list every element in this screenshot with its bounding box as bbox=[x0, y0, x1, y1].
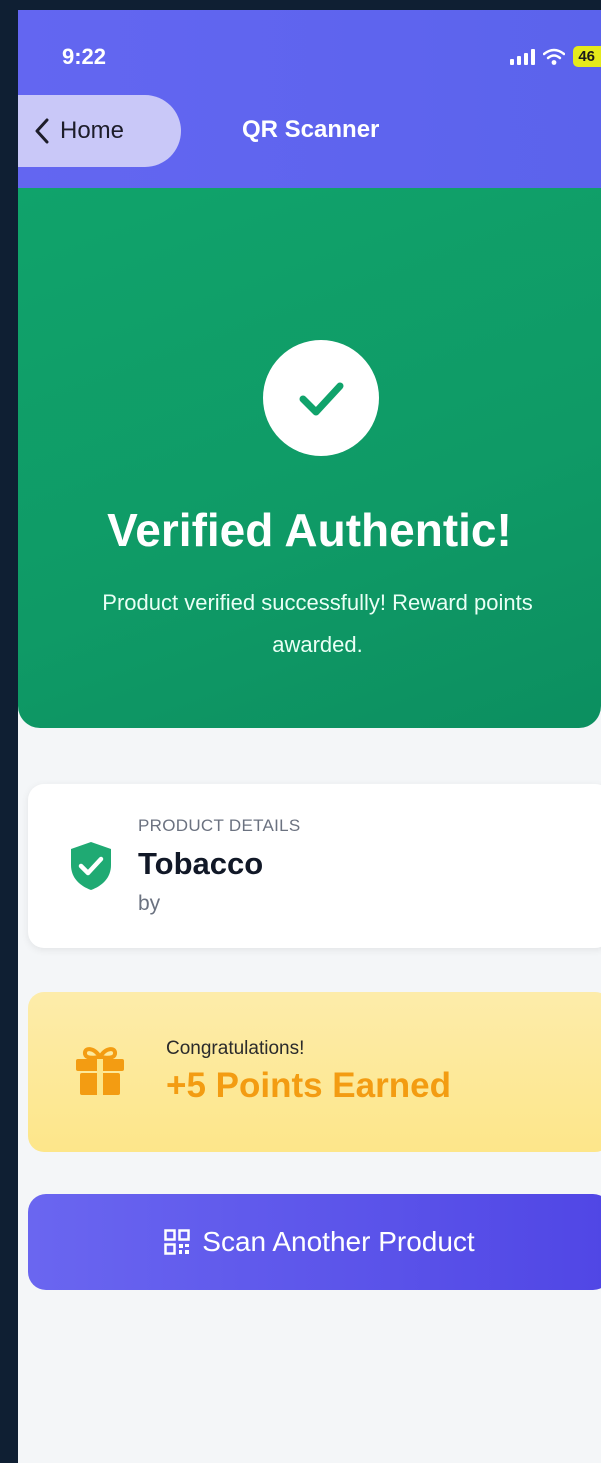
status-time: 9:22 bbox=[62, 44, 107, 69]
verification-subtitle-line1: Product verified successfully! Reward po… bbox=[102, 590, 533, 615]
scan-another-button[interactable]: Scan Another Product bbox=[28, 1194, 601, 1290]
check-icon bbox=[299, 382, 344, 416]
reward-card: Congratulations! +5 Points Earned bbox=[28, 992, 601, 1152]
chevron-left-icon bbox=[35, 118, 49, 144]
wifi-icon bbox=[543, 48, 566, 65]
back-button[interactable]: Home bbox=[18, 95, 181, 167]
success-badge bbox=[263, 340, 379, 456]
top-bar: 9:22 46 Home QR Scanner bbox=[18, 10, 601, 188]
verification-title: Verified Authentic! bbox=[107, 504, 512, 556]
verification-banner: Verified Authentic! Product verified suc… bbox=[18, 188, 601, 728]
qr-code-icon bbox=[164, 1229, 191, 1255]
status-icons: 46 bbox=[510, 46, 601, 67]
verification-subtitle: Product verified successfully! Reward po… bbox=[30, 582, 601, 666]
battery-icon: 46 bbox=[573, 46, 601, 67]
shield-check-icon bbox=[71, 842, 111, 890]
gift-icon bbox=[76, 1047, 124, 1095]
back-label: Home bbox=[60, 117, 125, 144]
signal-icon bbox=[510, 48, 536, 65]
reward-points: +5 Points Earned bbox=[166, 1066, 451, 1105]
scan-another-label: Scan Another Product bbox=[202, 1226, 475, 1257]
verification-subtitle-line2: awarded. bbox=[272, 632, 363, 657]
phone-screen: 9:22 46 Home QR Scanner Verified Authent… bbox=[18, 10, 601, 1463]
page-title: QR Scanner bbox=[242, 116, 380, 143]
product-brand: by bbox=[138, 892, 161, 915]
reward-label: Congratulations! bbox=[166, 1038, 305, 1059]
product-details-label: PRODUCT DETAILS bbox=[138, 816, 301, 835]
product-name: Tobacco bbox=[138, 846, 264, 881]
product-details-card: PRODUCT DETAILS Tobacco by bbox=[28, 784, 601, 948]
